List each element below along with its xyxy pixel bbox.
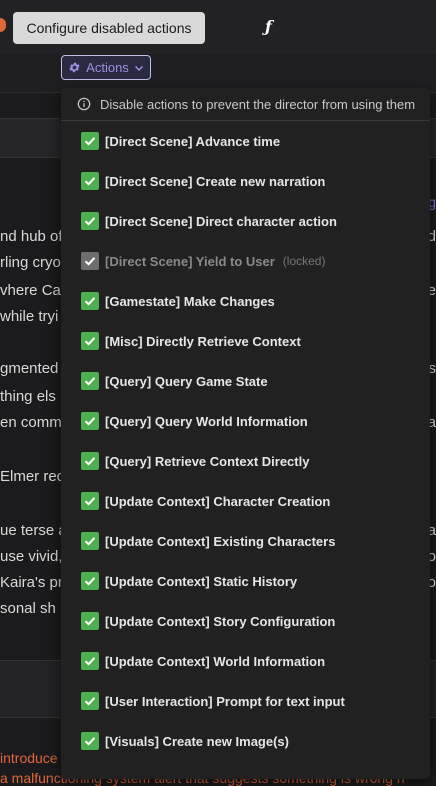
checkbox[interactable] (81, 292, 99, 310)
alert-text: introduce (0, 750, 58, 766)
menu-item-label: [Direct Scene] Direct character action (105, 214, 337, 229)
function-icon[interactable]: ƒ (265, 17, 272, 36)
menu-item-label: [Update Context] World Information (105, 654, 325, 669)
checkbox[interactable] (81, 612, 99, 630)
menu-item[interactable]: [Query] Query World Information (61, 401, 430, 441)
menu-item[interactable]: [Query] Retrieve Context Directly (61, 441, 430, 481)
menu-item-label: [Gamestate] Make Changes (105, 294, 275, 309)
tooltip: Configure disabled actions (13, 12, 205, 44)
scene-line: use vivid, (0, 548, 63, 565)
scene-line: thing els (0, 388, 56, 405)
checkmark-icon (83, 174, 97, 188)
menu-item-label: [Visuals] Create new Image(s) (105, 734, 289, 749)
chevron-down-icon (134, 63, 144, 73)
checkbox[interactable] (81, 212, 99, 230)
checkbox[interactable] (81, 532, 99, 550)
scene-line: en comm (0, 414, 62, 431)
gear-icon (68, 61, 81, 74)
checkbox[interactable] (81, 452, 99, 470)
checkbox[interactable] (81, 132, 99, 150)
menu-header-text: Disable actions to prevent the director … (100, 97, 415, 112)
checkmark-icon (83, 534, 97, 548)
menu-item[interactable]: [Update Context] Existing Characters (61, 521, 430, 561)
checkbox[interactable] (81, 372, 99, 390)
menu-item[interactable]: [Update Context] Static History (61, 561, 430, 601)
scene-line: rling cryo (0, 254, 61, 271)
menu-item-label: [Update Context] Character Creation (105, 494, 330, 509)
scene-line: vhere Cap (0, 282, 69, 299)
actions-button[interactable]: Actions (61, 55, 151, 80)
scene-line: Elmer rec (0, 468, 64, 485)
checkbox[interactable] (81, 332, 99, 350)
checkmark-icon (83, 134, 97, 148)
scene-line: nd hub of (0, 228, 63, 245)
checkmark-icon (83, 574, 97, 588)
checkbox[interactable] (81, 692, 99, 710)
checkmark-icon (83, 454, 97, 468)
menu-item[interactable]: [Update Context] World Information (61, 641, 430, 681)
checkmark-icon (83, 334, 97, 348)
menu-item-label: [Query] Query World Information (105, 414, 308, 429)
scene-line: sonal sh (0, 600, 56, 617)
checkbox[interactable] (81, 732, 99, 750)
checkmark-icon (83, 614, 97, 628)
locked-label: (locked) (283, 254, 326, 268)
checkmark-icon (83, 414, 97, 428)
menu-item-label: [Misc] Directly Retrieve Context (105, 334, 301, 349)
checkmark-icon (83, 694, 97, 708)
menu-item[interactable]: [Update Context] Story Configuration (61, 601, 430, 641)
menu-item[interactable]: [Visuals] Create new Image(s) (61, 721, 430, 761)
checkbox[interactable] (81, 172, 99, 190)
status-indicator (0, 18, 6, 32)
menu-item[interactable]: [Query] Query Game State (61, 361, 430, 401)
checkbox[interactable] (81, 492, 99, 510)
menu-item-label: [Update Context] Static History (105, 574, 297, 589)
menu-item-label: [Direct Scene] Advance time (105, 134, 280, 149)
menu-item[interactable]: [Misc] Directly Retrieve Context (61, 321, 430, 361)
menu-item[interactable]: [User Interaction] Prompt for text input (61, 681, 430, 721)
checkmark-icon (83, 294, 97, 308)
menu-header: Disable actions to prevent the director … (61, 88, 430, 121)
checkbox[interactable] (81, 572, 99, 590)
scene-line: gmented (0, 360, 58, 377)
checkmark-icon (83, 494, 97, 508)
menu-item-label: [Direct Scene] Yield to User (105, 254, 275, 269)
menu-item-label: [Update Context] Story Configuration (105, 614, 335, 629)
checkmark-icon (83, 214, 97, 228)
checkmark-icon (83, 254, 97, 268)
scene-line: ue terse a (0, 522, 67, 539)
menu-item-label: [Query] Retrieve Context Directly (105, 454, 309, 469)
checkbox[interactable] (81, 412, 99, 430)
menu-item-label: [Update Context] Existing Characters (105, 534, 335, 549)
checkbox[interactable] (81, 652, 99, 670)
menu-item: [Direct Scene] Yield to User (locked) (61, 241, 430, 281)
menu-item[interactable]: [Direct Scene] Advance time (61, 121, 430, 161)
menu-item-label: [User Interaction] Prompt for text input (105, 694, 345, 709)
checkmark-icon (83, 734, 97, 748)
scene-line: while tryi (0, 308, 58, 325)
checkbox (81, 252, 99, 270)
menu-item-label: [Query] Query Game State (105, 374, 268, 389)
info-icon (77, 97, 91, 111)
checkmark-icon (83, 374, 97, 388)
menu-item[interactable]: [Gamestate] Make Changes (61, 281, 430, 321)
menu-item-label: [Direct Scene] Create new narration (105, 174, 325, 189)
menu-item[interactable]: [Update Context] Character Creation (61, 481, 430, 521)
menu-item[interactable]: [Direct Scene] Create new narration (61, 161, 430, 201)
checkmark-icon (83, 654, 97, 668)
menu-item[interactable]: [Direct Scene] Direct character action (61, 201, 430, 241)
actions-button-label: Actions (86, 60, 129, 75)
actions-menu: Disable actions to prevent the director … (61, 88, 430, 779)
